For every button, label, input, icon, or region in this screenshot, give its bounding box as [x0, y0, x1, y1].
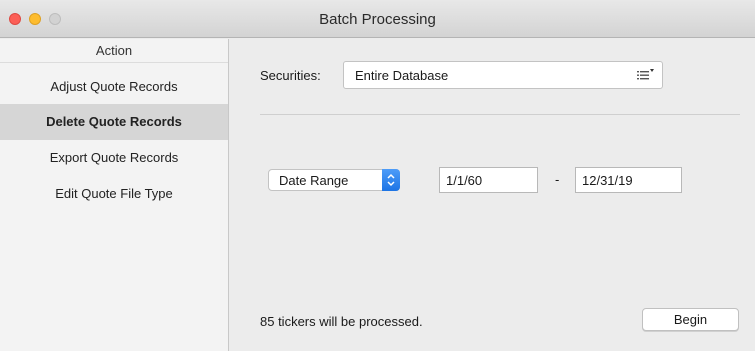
batch-processing-window: Batch Processing Action Adjust Quote Rec… — [0, 0, 755, 351]
begin-button[interactable]: Begin — [642, 308, 739, 331]
list-menu-icon[interactable] — [636, 68, 654, 82]
title-bar[interactable]: Batch Processing — [0, 0, 755, 38]
section-divider — [260, 114, 740, 115]
main-panel: Securities: Entire Database Date Range 1… — [230, 39, 755, 351]
up-down-chevron-icon[interactable] — [382, 169, 400, 191]
sidebar-item-delete-quote-records[interactable]: Delete Quote Records — [0, 104, 228, 140]
sidebar-item-export-quote-records[interactable]: Export Quote Records — [0, 140, 228, 176]
range-type-popup[interactable]: Date Range — [268, 169, 400, 191]
securities-label: Securities: — [260, 68, 321, 83]
end-date-field[interactable]: 12/31/19 — [575, 167, 682, 193]
securities-value: Entire Database — [355, 68, 449, 83]
range-separator: - — [555, 172, 560, 187]
sidebar-item-edit-quote-file-type[interactable]: Edit Quote File Type — [0, 176, 228, 212]
start-date-field[interactable]: 1/1/60 — [439, 167, 538, 193]
range-type-value: Date Range — [279, 173, 349, 188]
sidebar-header: Action — [0, 39, 228, 63]
sidebar-item-adjust-quote-records[interactable]: Adjust Quote Records — [0, 69, 228, 105]
status-text: 85 tickers will be processed. — [260, 314, 423, 329]
window-title: Batch Processing — [319, 11, 436, 28]
action-sidebar: Action Adjust Quote Records Delete Quote… — [0, 39, 229, 351]
securities-selector[interactable]: Entire Database — [343, 61, 663, 89]
